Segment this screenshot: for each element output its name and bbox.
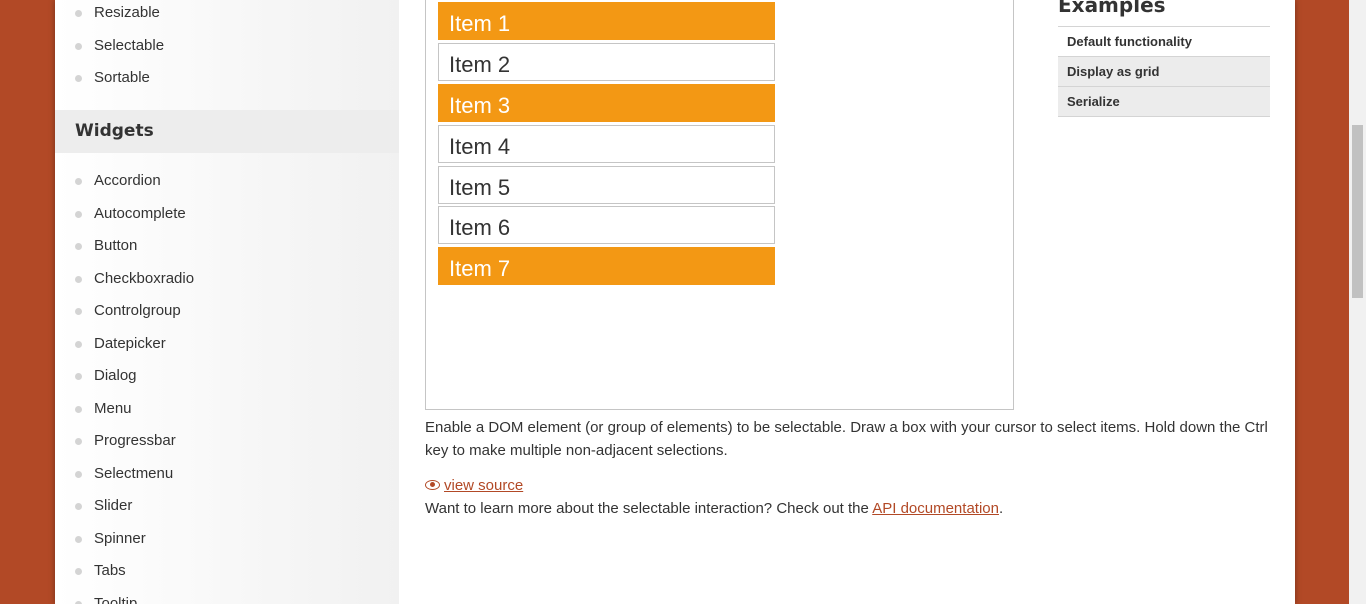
scrollbar-thumb[interactable] bbox=[1352, 125, 1363, 298]
page-scrollbar[interactable] bbox=[1349, 0, 1366, 604]
bullet-icon bbox=[75, 470, 82, 478]
demo-frame: Item 1 Item 2 Item 3 Item 4 Item 5 Item … bbox=[425, 0, 1014, 410]
sidebar-item-selectmenu[interactable]: Selectmenu bbox=[55, 458, 399, 491]
sidebar-item-label: Checkboxradio bbox=[94, 269, 195, 287]
bullet-icon bbox=[75, 503, 82, 510]
selectable-item-4[interactable]: Item 4 bbox=[438, 125, 775, 163]
bullet-icon bbox=[75, 243, 82, 250]
selectable-item-label: Item 6 bbox=[449, 215, 511, 240]
selectable-item-label: Item 5 bbox=[449, 175, 511, 200]
interactions-list: Resizable Selectable Sortable bbox=[55, 0, 399, 95]
sidebar-item-label: Spinner bbox=[94, 529, 146, 547]
selectable-item-label: Item 7 bbox=[449, 256, 511, 281]
sidebar-item-menu[interactable]: Menu bbox=[55, 393, 399, 426]
sidebar-item-selectable[interactable]: Selectable bbox=[55, 30, 399, 63]
examples-list: Default functionality Display as grid Se… bbox=[1058, 26, 1270, 117]
sidebar-item-label: Tooltip bbox=[94, 594, 138, 604]
selectable-item-7[interactable]: Item 7 bbox=[438, 247, 775, 285]
bullet-icon bbox=[75, 42, 82, 50]
api-documentation-link[interactable]: API documentation bbox=[872, 500, 999, 517]
sidebar: Resizable Selectable Sortable Widgets Ac… bbox=[55, 0, 399, 604]
bullet-icon bbox=[75, 178, 82, 185]
sidebar-item-label: Controlgroup bbox=[94, 302, 181, 319]
sidebar-item-label: Menu bbox=[94, 399, 132, 417]
selectable-item-1[interactable]: Item 1 bbox=[438, 2, 775, 40]
selectable-item-label: Item 1 bbox=[449, 11, 511, 36]
sidebar-item-slider[interactable]: Slider bbox=[55, 490, 399, 523]
selectable-item-label: Item 2 bbox=[449, 52, 511, 77]
selectable-item-label: Item 3 bbox=[449, 93, 511, 118]
selectable-item-label: Item 4 bbox=[449, 134, 511, 159]
sidebar-item-label: Autocomplete bbox=[94, 204, 186, 222]
sidebar-item-label: Sortable bbox=[94, 69, 150, 86]
bullet-icon bbox=[75, 535, 82, 543]
sidebar-item-progressbar[interactable]: Progressbar bbox=[55, 425, 399, 458]
bullet-icon bbox=[75, 405, 82, 413]
selectable-item-3[interactable]: Item 3 bbox=[438, 84, 775, 122]
view-source-label: view source bbox=[444, 477, 524, 494]
bullet-icon bbox=[75, 438, 82, 445]
selectable-item-6[interactable]: Item 6 bbox=[438, 206, 775, 244]
bullet-icon bbox=[75, 600, 82, 604]
example-serialize[interactable]: Serialize bbox=[1058, 87, 1270, 117]
sidebar-item-tabs[interactable]: Tabs bbox=[55, 555, 399, 588]
learn-more-prefix: Want to learn more about the selectable … bbox=[425, 500, 873, 517]
example-display-as-grid[interactable]: Display as grid bbox=[1058, 57, 1270, 87]
sidebar-item-datepicker[interactable]: Datepicker bbox=[55, 328, 399, 361]
widgets-heading: Widgets bbox=[55, 110, 399, 153]
sidebar-item-label: Resizable bbox=[94, 4, 160, 21]
learn-more-suffix: . bbox=[998, 500, 1004, 517]
sidebar-item-autocomplete[interactable]: Autocomplete bbox=[55, 198, 399, 231]
sidebar-item-accordion[interactable]: Accordion bbox=[55, 165, 399, 198]
sidebar-item-dialog[interactable]: Dialog bbox=[55, 360, 399, 393]
sidebar-item-label: Accordion bbox=[94, 172, 161, 189]
sidebar-item-controlgroup[interactable]: Controlgroup bbox=[55, 295, 399, 328]
bullet-icon bbox=[75, 10, 82, 17]
widgets-list: Accordion Autocomplete Button Checkboxra… bbox=[55, 165, 399, 604]
sidebar-item-label: Tabs bbox=[94, 562, 126, 579]
bullet-icon bbox=[75, 210, 82, 218]
sidebar-item-label: Selectmenu bbox=[94, 464, 174, 482]
sidebar-item-spinner[interactable]: Spinner bbox=[55, 523, 399, 556]
bullet-icon bbox=[75, 75, 82, 82]
view-source-link[interactable]: view source bbox=[425, 477, 523, 494]
sidebar-item-label: Dialog bbox=[94, 367, 137, 384]
selectable-item-5[interactable]: Item 5 bbox=[438, 166, 775, 204]
bullet-icon bbox=[75, 308, 82, 315]
examples-panel: Examples Default functionality Display a… bbox=[1058, 0, 1270, 117]
bullet-icon bbox=[75, 340, 82, 348]
sidebar-item-button[interactable]: Button bbox=[55, 230, 399, 263]
sidebar-item-label: Slider bbox=[94, 497, 133, 514]
page-container: Resizable Selectable Sortable Widgets Ac… bbox=[55, 0, 1295, 604]
examples-title: Examples bbox=[1058, 0, 1166, 17]
sidebar-item-tooltip[interactable]: Tooltip bbox=[55, 588, 399, 604]
bullet-icon bbox=[75, 568, 82, 575]
sidebar-item-label: Button bbox=[94, 237, 138, 254]
sidebar-item-label: Progressbar bbox=[94, 432, 176, 449]
demo-description: Enable a DOM element (or group of elemen… bbox=[425, 419, 1268, 459]
eye-icon bbox=[425, 480, 440, 491]
sidebar-item-resizable[interactable]: Resizable bbox=[55, 0, 399, 30]
sidebar-item-sortable[interactable]: Sortable bbox=[55, 62, 399, 95]
bullet-icon bbox=[75, 275, 82, 283]
sidebar-item-label: Datepicker bbox=[94, 334, 166, 352]
bullet-icon bbox=[75, 373, 82, 380]
sidebar-item-checkboxradio[interactable]: Checkboxradio bbox=[55, 263, 399, 296]
example-default-functionality[interactable]: Default functionality bbox=[1058, 27, 1270, 57]
sidebar-item-label: Selectable bbox=[94, 36, 165, 54]
selectable-item-2[interactable]: Item 2 bbox=[438, 43, 775, 81]
learn-more-text: Want to learn more about the selectable … bbox=[425, 500, 1003, 517]
